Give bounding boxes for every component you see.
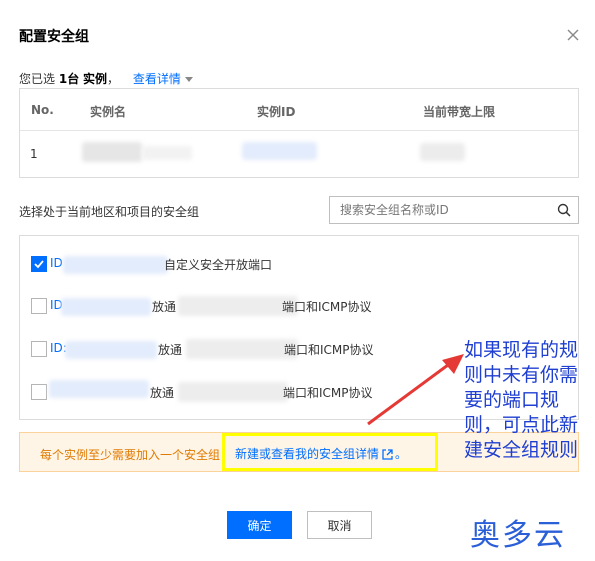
close-icon <box>567 29 579 41</box>
selected-separator: ， <box>107 72 120 86</box>
watermark-logo: 奥多云 <box>470 518 566 553</box>
redacted-sg-id <box>65 341 157 359</box>
checkbox[interactable] <box>31 341 47 357</box>
notice-text: 每个实例至少需要加入一个安全组 <box>40 448 221 462</box>
selected-count: 1台 <box>58 72 80 86</box>
create-link-label: 新建或查看我的安全组详情 <box>235 447 380 461</box>
row-number: 1 <box>30 147 38 161</box>
search-icon[interactable] <box>557 203 571 217</box>
list-item[interactable]: ID 自定义安全开放端口 <box>31 256 571 274</box>
annotation-note: 如果现有的规则中未有你需要的端口规则，可点此新建安全组规则 <box>464 339 579 461</box>
selected-prefix: 您已选 <box>19 72 56 86</box>
redacted-sg-id <box>49 380 149 398</box>
sg-name-part: 端口和ICMP协议 <box>282 300 372 314</box>
sg-id: ID <box>50 256 63 270</box>
redacted-ports <box>178 296 298 316</box>
external-link-icon <box>382 449 393 460</box>
redacted-instance-name <box>82 142 142 162</box>
security-group-search[interactable] <box>329 196 579 224</box>
annotation-arrow-icon <box>367 354 464 426</box>
checkbox[interactable] <box>31 384 47 400</box>
caret-down-icon <box>184 77 193 82</box>
notice-period: 。 <box>395 447 408 461</box>
security-group-label: 选择处于当前地区和项目的安全组 <box>19 205 200 219</box>
search-input[interactable] <box>330 197 540 223</box>
table-header: No. 实例名 实例ID 当前带宽上限 <box>20 89 578 131</box>
column-header-instance-id: 实例ID <box>257 105 296 119</box>
selected-unit: 实例 <box>83 72 108 86</box>
redacted-sg-id <box>63 256 168 274</box>
sg-name: 自定义安全开放端口 <box>164 258 273 272</box>
sg-name-part: 放通 <box>152 300 177 314</box>
instance-table: No. 实例名 实例ID 当前带宽上限 <box>19 88 579 178</box>
checkbox[interactable] <box>31 298 47 314</box>
redacted-ports <box>178 382 288 402</box>
confirm-button[interactable]: 确定 <box>227 511 292 539</box>
cancel-button[interactable]: 取消 <box>307 511 372 539</box>
redacted-ports <box>186 339 298 359</box>
selected-instances-summary: 您已选 1台 实例， 查看详情 <box>19 70 193 87</box>
configure-security-group-dialog: 配置安全组 您已选 1台 实例， 查看详情 No. 实例名 实例ID 当前带宽上… <box>0 0 595 561</box>
dialog-title: 配置安全组 <box>19 29 89 45</box>
redacted-bandwidth <box>420 143 465 161</box>
column-header-no: No. <box>31 103 54 117</box>
view-details-link[interactable]: 查看详情 <box>133 72 193 86</box>
sg-name-part: 放通 <box>150 386 175 400</box>
column-header-instance-name: 实例名 <box>90 105 127 119</box>
redacted-instance-name-tail <box>142 146 192 160</box>
checkmark-icon <box>34 260 44 269</box>
column-header-bandwidth: 当前带宽上限 <box>423 105 496 119</box>
redacted-sg-id <box>61 298 151 316</box>
close-button[interactable] <box>565 27 581 43</box>
sg-name-part: 放通 <box>158 343 183 357</box>
list-item[interactable]: ID 放通 端口和ICMP协议 <box>31 296 571 316</box>
create-security-group-link[interactable]: 新建或查看我的安全组详情 。 <box>235 445 407 462</box>
checkbox-checked[interactable] <box>31 256 47 272</box>
redacted-instance-id <box>242 142 317 160</box>
view-details-label: 查看详情 <box>132 72 181 86</box>
